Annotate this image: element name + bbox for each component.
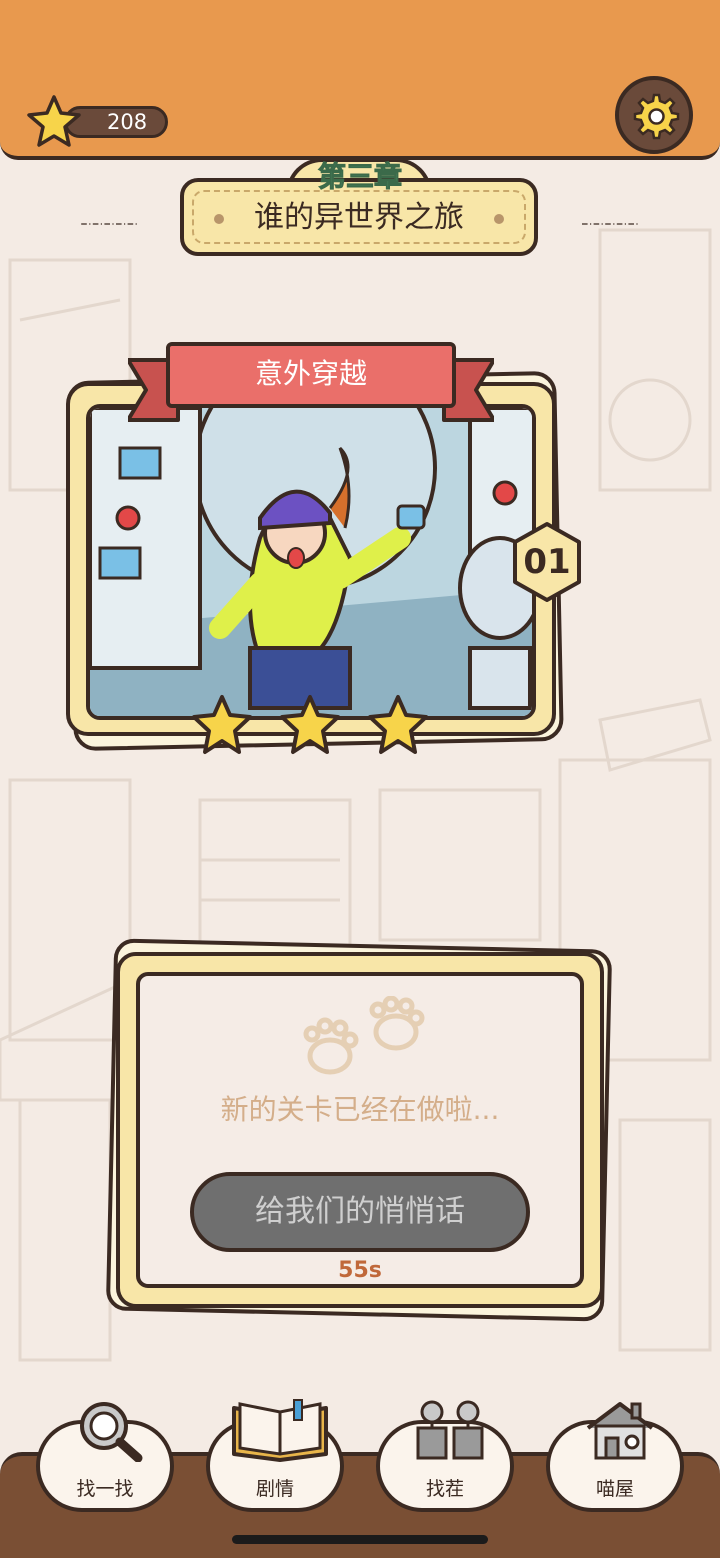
- nav-label: 剧情: [255, 1478, 294, 1500]
- star-icon: [192, 695, 252, 754]
- star-icon: [27, 95, 81, 147]
- scene-illustration: [90, 408, 532, 716]
- nav-item-story[interactable]: 剧情: [206, 1399, 344, 1512]
- plants-icon: [416, 1400, 484, 1460]
- star-icon: [280, 695, 340, 754]
- nav-label: 找茬: [425, 1478, 464, 1500]
- settings-button[interactable]: [615, 76, 693, 154]
- nav-label: 找一找: [76, 1478, 134, 1500]
- level-illustration[interactable]: [86, 404, 536, 720]
- paw-prints-icon: [303, 996, 425, 1075]
- nav-item-find[interactable]: 找一找: [36, 1402, 174, 1512]
- level-stars: [190, 694, 430, 758]
- magnifier-icon: [80, 1402, 143, 1462]
- house-icon: [586, 1402, 654, 1460]
- nav-label: 喵屋: [595, 1478, 634, 1500]
- star-icon: [368, 695, 428, 754]
- countdown-timer: 55s: [338, 1258, 382, 1283]
- chapter-number: 第三章: [317, 160, 402, 194]
- chapter-title: 谁的异世界之旅: [254, 200, 464, 235]
- level-name: 意外穿越: [254, 357, 367, 390]
- chapter-divider-left: [81, 223, 138, 225]
- home-indicator[interactable]: [232, 1535, 488, 1544]
- book-icon: [232, 1399, 328, 1462]
- gear-icon: [633, 93, 680, 140]
- feedback-button[interactable]: 给我们的悄悄话: [190, 1172, 530, 1252]
- nav-item-spot-difference[interactable]: 找茬: [376, 1400, 514, 1512]
- chapter-divider-right: [582, 223, 639, 225]
- nav-item-cat-house[interactable]: 喵屋: [546, 1402, 684, 1512]
- coming-soon-message: 新的关卡已经在做啦...: [220, 1093, 500, 1126]
- level-number: 01: [523, 542, 571, 582]
